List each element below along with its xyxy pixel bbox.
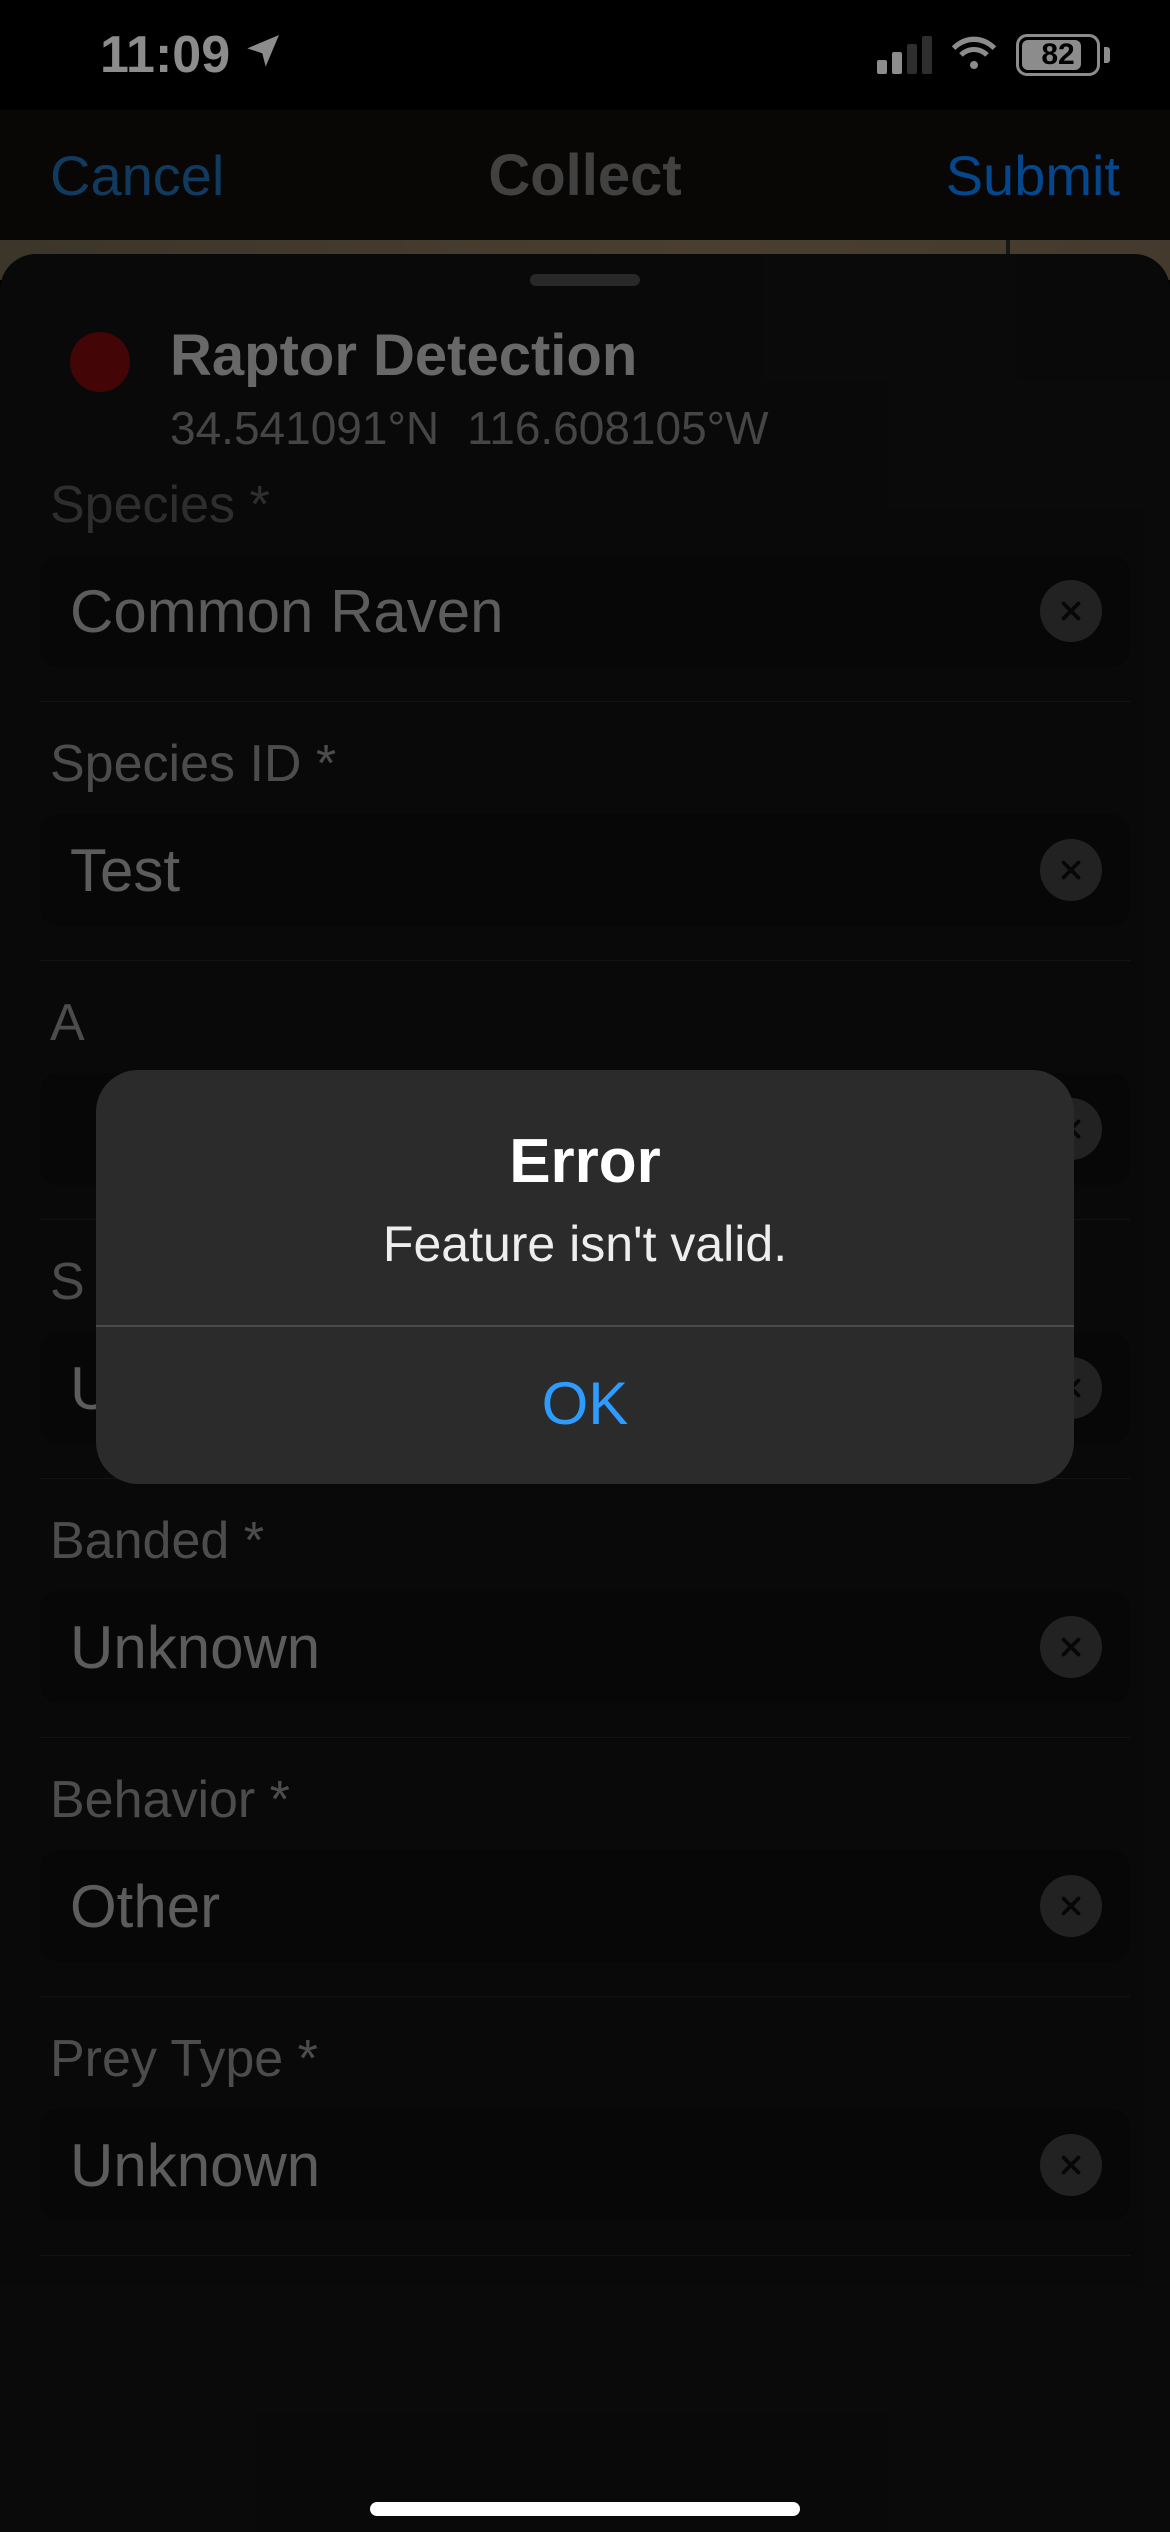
field-banded: Banded * Unknown: [40, 1479, 1130, 1738]
prey-type-input[interactable]: Unknown: [40, 2109, 1130, 2221]
field-species: Species * Common Raven: [40, 475, 1130, 702]
behavior-input[interactable]: Other: [40, 1850, 1130, 1962]
clear-button[interactable]: [1040, 2134, 1102, 2196]
latitude: 34.541091°N: [170, 401, 439, 455]
field-prey-type: Prey Type * Unknown: [40, 1997, 1130, 2256]
cancel-button[interactable]: Cancel: [50, 143, 224, 208]
page-title: Collect: [488, 142, 681, 209]
sheet-header: Raptor Detection 34.541091°N 116.608105°…: [0, 312, 1170, 475]
status-right: 82: [877, 30, 1110, 81]
field-behavior: Behavior * Other: [40, 1738, 1130, 1997]
clear-button[interactable]: [1040, 839, 1102, 901]
sheet-grabber[interactable]: [530, 274, 640, 286]
clear-button[interactable]: [1040, 580, 1102, 642]
nav-bar: Cancel Collect Submit: [0, 110, 1170, 240]
field-species-id: Species ID * Test: [40, 702, 1130, 961]
species-input[interactable]: Common Raven: [40, 555, 1130, 667]
field-label: A: [40, 993, 1130, 1053]
status-time: 11:09: [100, 25, 230, 85]
clear-button[interactable]: [1040, 1875, 1102, 1937]
field-value: Unknown: [70, 2131, 320, 2200]
field-label: Prey Type *: [40, 2029, 1130, 2089]
close-icon: [1056, 1632, 1086, 1662]
error-alert: Error Feature isn't valid. OK: [96, 1070, 1074, 1484]
battery-icon: 82: [1016, 34, 1110, 76]
alert-ok-button[interactable]: OK: [96, 1327, 1074, 1484]
longitude: 116.608105°W: [467, 401, 768, 455]
field-label: Behavior *: [40, 1770, 1130, 1830]
banded-input[interactable]: Unknown: [40, 1591, 1130, 1703]
close-icon: [1056, 855, 1086, 885]
sheet-title: Raptor Detection: [170, 322, 769, 389]
alert-message: Feature isn't valid.: [136, 1215, 1034, 1273]
wifi-icon: [950, 30, 998, 81]
close-icon: [1056, 1891, 1086, 1921]
alert-title: Error: [136, 1126, 1034, 1197]
field-value: Other: [70, 1872, 220, 1941]
sheet-coords: 34.541091°N 116.608105°W: [170, 401, 769, 455]
field-label: Species ID *: [40, 734, 1130, 794]
status-left: 11:09: [100, 25, 284, 85]
home-indicator[interactable]: [370, 2502, 800, 2516]
field-label: Banded *: [40, 1511, 1130, 1571]
close-icon: [1056, 2150, 1086, 2180]
field-value: Test: [70, 836, 180, 905]
close-icon: [1056, 596, 1086, 626]
feature-marker-icon: [70, 332, 130, 392]
species-id-input[interactable]: Test: [40, 814, 1130, 926]
field-label: Species *: [40, 475, 1130, 535]
battery-percent: 82: [1019, 38, 1097, 72]
clear-button[interactable]: [1040, 1616, 1102, 1678]
submit-button[interactable]: Submit: [946, 143, 1120, 208]
location-arrow-icon: [244, 23, 284, 83]
field-value: Common Raven: [70, 577, 504, 646]
status-bar: 11:09 82: [0, 0, 1170, 110]
cellular-signal-icon: [877, 36, 932, 74]
field-value: Unknown: [70, 1613, 320, 1682]
